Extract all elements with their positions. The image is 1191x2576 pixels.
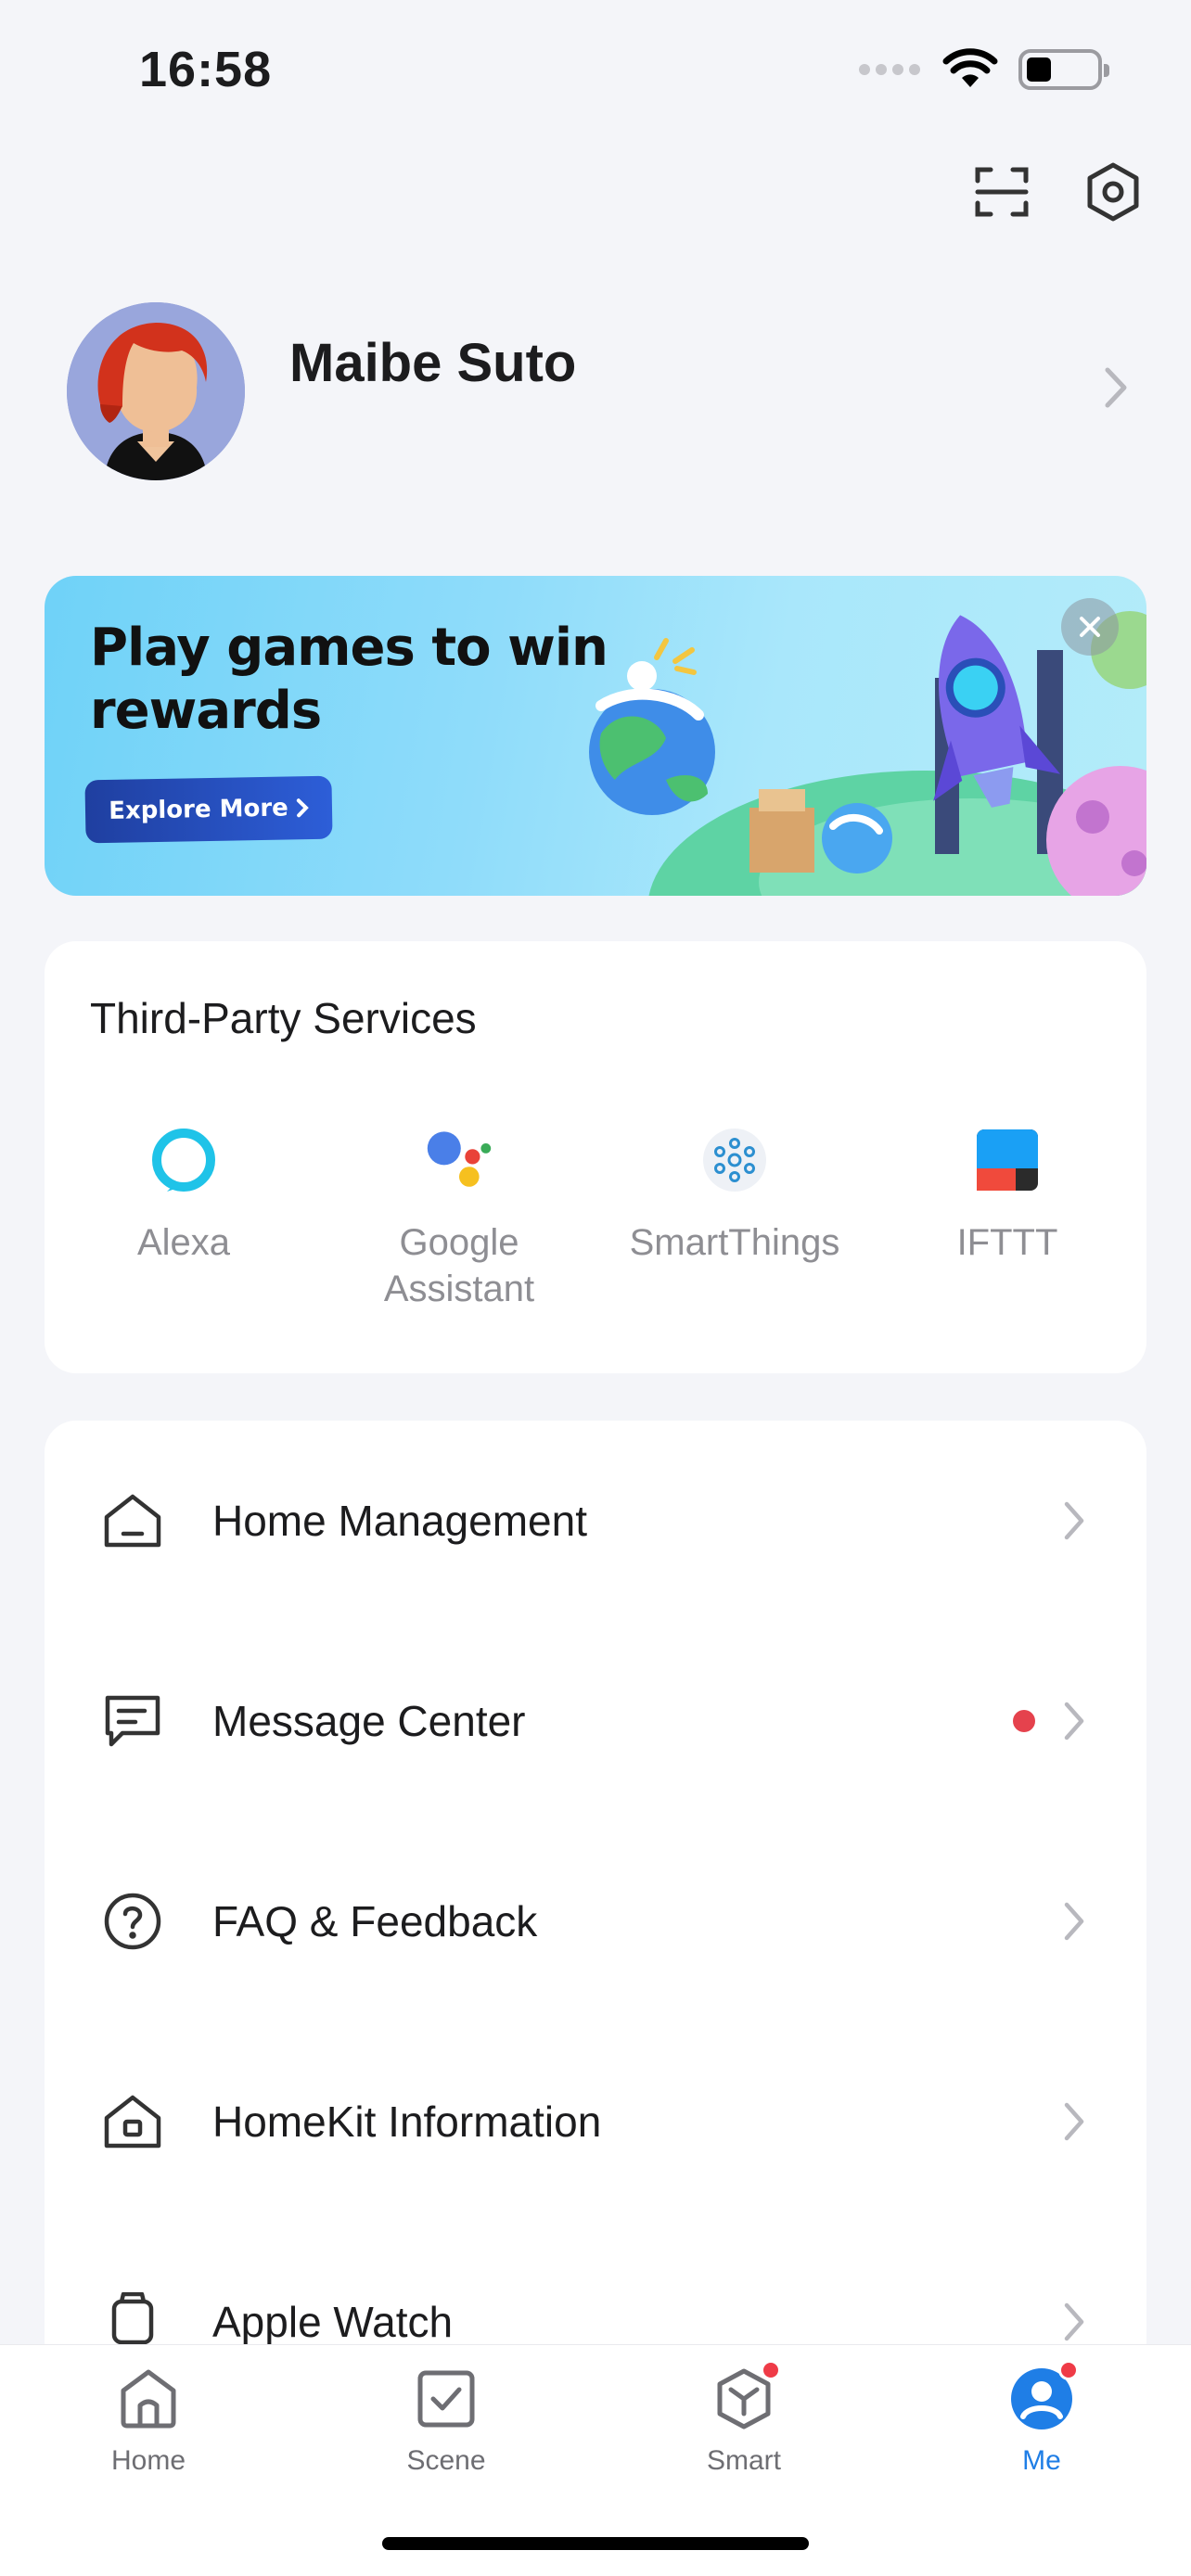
signal-icon: [859, 64, 920, 75]
tab-label: Smart: [706, 2445, 781, 2476]
watch-icon: [100, 2289, 165, 2348]
status-icons: [859, 48, 1109, 91]
google-assistant-icon: [426, 1127, 493, 1193]
services-title: Third-Party Services: [90, 994, 477, 1042]
menu-label: Message Center: [212, 1697, 526, 1745]
message-icon: [100, 1689, 165, 1753]
chevron-right-icon: [1064, 1902, 1084, 1941]
banner-illustration: [589, 611, 1146, 896]
third-party-services-card: Third-Party Services Alexa Google Assist…: [45, 941, 1146, 1373]
service-ifttt[interactable]: IFTTT: [868, 1127, 1146, 1266]
service-label: Google Assistant: [383, 1222, 535, 1309]
question-icon: [100, 1889, 165, 1954]
avatar[interactable]: [67, 302, 245, 480]
menu-item-faq-feedback[interactable]: FAQ & Feedback: [45, 1821, 1146, 2021]
tab-home[interactable]: Home: [56, 2364, 241, 2477]
service-label: IFTTT: [956, 1222, 1058, 1263]
chevron-right-icon: [1064, 2302, 1084, 2341]
menu-item-home-management[interactable]: Home Management: [45, 1421, 1146, 1621]
homekit-icon: [100, 2089, 165, 2154]
service-google-assistant[interactable]: Google Assistant: [320, 1127, 598, 1312]
status-time: 16:58: [139, 42, 273, 97]
tab-badge: [761, 2360, 781, 2380]
tab-scene[interactable]: Scene: [353, 2364, 539, 2477]
status-bar: 16:58: [0, 0, 1191, 139]
chevron-right-icon: [1064, 1702, 1084, 1741]
banner-close-button[interactable]: [1061, 598, 1119, 656]
wifi-icon: [942, 48, 998, 87]
tab-label: Home: [110, 2445, 186, 2476]
tab-me[interactable]: Me: [949, 2360, 1134, 2477]
ifttt-icon: [974, 1127, 1041, 1193]
settings-icon[interactable]: [1081, 159, 1146, 224]
alexa-icon: [150, 1127, 217, 1193]
scan-icon[interactable]: [969, 159, 1034, 224]
explore-more-button[interactable]: Explore More: [84, 775, 333, 844]
tab-badge: [1058, 2360, 1079, 2380]
chevron-right-icon[interactable]: [1104, 366, 1128, 409]
user-icon: [1006, 2360, 1079, 2434]
unread-badge: [1013, 1710, 1035, 1732]
menu-label: Home Management: [212, 1497, 587, 1545]
promo-banner[interactable]: Play games to win rewards Explore More: [45, 576, 1146, 896]
home-indicator: [382, 2537, 809, 2550]
menu-item-homekit-information[interactable]: HomeKit Information: [45, 2021, 1146, 2222]
chevron-right-icon: [296, 798, 309, 818]
scene-icon: [411, 2364, 481, 2434]
chevron-right-icon: [1064, 1501, 1084, 1540]
tab-smart[interactable]: Smart: [651, 2360, 837, 2477]
tab-label: Scene: [406, 2445, 486, 2476]
menu-card: Home Management Message Center FAQ & Fee…: [45, 1421, 1146, 2348]
battery-icon: [1018, 49, 1109, 90]
smartthings-icon: [701, 1127, 768, 1193]
chevron-right-icon: [1064, 2102, 1084, 2141]
smart-icon: [709, 2360, 781, 2434]
service-label: SmartThings: [629, 1222, 840, 1263]
menu-label: Apple Watch: [212, 2298, 454, 2346]
service-smartthings[interactable]: SmartThings: [596, 1127, 874, 1266]
explore-more-label: Explore More: [108, 794, 289, 825]
service-alexa[interactable]: Alexa: [45, 1127, 323, 1266]
service-label: Alexa: [136, 1222, 231, 1263]
profile-name[interactable]: Maibe Suto: [289, 332, 576, 394]
tab-label: Me: [1022, 2445, 1061, 2476]
menu-item-apple-watch[interactable]: Apple Watch: [45, 2222, 1146, 2348]
menu-label: FAQ & Feedback: [212, 1897, 538, 1945]
home-management-icon: [100, 1488, 165, 1553]
menu-label: HomeKit Information: [212, 2098, 602, 2146]
close-icon: [1080, 617, 1100, 637]
menu-item-message-center[interactable]: Message Center: [45, 1621, 1146, 1821]
home-icon: [113, 2364, 184, 2434]
